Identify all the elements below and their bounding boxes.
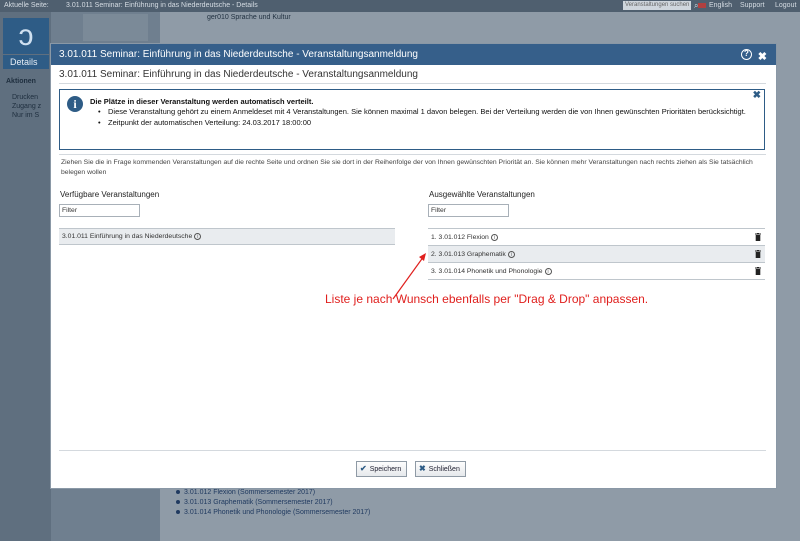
breadcrumb[interactable]: 3.01.011 Seminar: Einführung in das Nied… [66, 2, 258, 9]
list-item[interactable]: 1. 3.01.012 Flexion i [428, 229, 765, 246]
list-item[interactable]: 3.01.011 Einführung in das Niederdeutsch… [59, 229, 395, 244]
divider [59, 83, 766, 84]
action-only[interactable]: Nur im S [12, 111, 41, 120]
info-list: Diese Veranstaltung gehört zu einem Anme… [98, 107, 758, 128]
available-title: Verfügbare Veranstaltungen [60, 190, 160, 199]
info-close-icon[interactable]: ✖ [753, 90, 761, 101]
info-icon: i [67, 96, 83, 112]
divider [59, 450, 766, 451]
info-title: Die Plätze in dieser Veranstaltung werde… [90, 97, 314, 106]
instruction-text: Ziehen Sie die in Frage kommenden Verans… [61, 159, 753, 176]
check-icon: ✔ [360, 464, 367, 473]
save-button[interactable]: ✔ Speichern [356, 461, 408, 477]
info-bullet: Diese Veranstaltung gehört zu einem Anme… [98, 107, 758, 118]
info-icon[interactable]: i [544, 267, 552, 275]
sidebar [0, 12, 51, 541]
info-icon[interactable]: i [507, 250, 515, 258]
breadcrumb-label: Aktuelle Seite: [4, 2, 49, 9]
page-title: 3.01.011 Seminar: Einführung in das Nied… [59, 69, 418, 80]
action-access[interactable]: Zugang z [12, 102, 41, 111]
tree-item: ger010 Sprache und Kultur [207, 14, 291, 21]
info-box: i ✖ Die Plätze in dieser Veranstaltung w… [59, 89, 765, 150]
selected-filter-input[interactable] [428, 204, 509, 217]
info-icon[interactable]: i [490, 233, 498, 241]
info-bullet: Zeitpunkt der automatischen Verteilung: … [98, 118, 758, 129]
available-list: 3.01.011 Einführung in das Niederdeutsch… [59, 228, 395, 245]
selected-list: 1. 3.01.012 Flexion i 2. 3.01.013 Graphem… [428, 228, 765, 280]
course-label: 2. 3.01.013 Graphematik [431, 251, 506, 258]
close-icon[interactable]: ✖ [758, 47, 767, 68]
close-button[interactable]: ✖ Schließen [415, 461, 466, 477]
top-bar: Aktuelle Seite: 3.01.011 Seminar: Einfüh… [0, 0, 800, 12]
trash-icon[interactable] [755, 233, 761, 241]
available-filter-input[interactable] [59, 204, 140, 217]
search-input[interactable]: Veranstaltungen suchen [623, 1, 691, 10]
course-label: 3. 3.01.014 Phonetik und Phonologie [431, 268, 543, 275]
dialog-title: 3.01.011 Seminar: Einführung in das Nied… [59, 49, 418, 60]
trash-icon[interactable] [755, 267, 761, 275]
list-item: 3.01.014 Phonetik und Phonologie (Sommer… [176, 508, 370, 518]
support-link[interactable]: Support [740, 2, 765, 9]
language-link[interactable]: English [709, 2, 732, 9]
close-icon: ✖ [419, 464, 426, 473]
save-label: Speichern [369, 466, 402, 473]
course-label: 3.01.011 Einführung in das Niederdeutsch… [62, 233, 193, 240]
actions-list: Drucken Zugang z Nur im S [12, 93, 41, 120]
registration-dialog: 3.01.011 Seminar: Einführung in das Nied… [50, 43, 777, 489]
list-item: 3.01.013 Graphematik (Sommersemester 201… [176, 498, 370, 508]
logo-icon: ↄ [3, 18, 49, 54]
help-icon[interactable]: ? [741, 49, 752, 60]
trash-icon[interactable] [755, 250, 761, 258]
header-image [83, 14, 148, 41]
info-icon[interactable]: i [194, 232, 202, 240]
dialog-titlebar[interactable]: 3.01.011 Seminar: Einführung in das Nied… [51, 44, 776, 65]
divider [59, 154, 766, 155]
list-item: 3.01.012 Flexion (Sommersemester 2017) [176, 488, 370, 498]
annotation-text: Liste je nach Wunsch ebenfalls per "Drag… [325, 292, 649, 306]
course-label: 1. 3.01.012 Flexion [431, 234, 489, 241]
list-item[interactable]: 2. 3.01.013 Graphematik i [428, 246, 765, 263]
actions-heading: Aktionen [6, 78, 36, 85]
course-list: 3.01.012 Flexion (Sommersemester 2017) 3… [176, 488, 370, 518]
flag-icon[interactable] [698, 3, 706, 8]
action-print[interactable]: Drucken [12, 93, 41, 102]
logout-link[interactable]: Logout [775, 2, 796, 9]
selected-title: Ausgewählte Veranstaltungen [429, 190, 535, 199]
sidebar-details-label: Details [3, 55, 49, 69]
list-item[interactable]: 3. 3.01.014 Phonetik und Phonologie i [428, 263, 765, 280]
close-label: Schließen [428, 466, 460, 473]
